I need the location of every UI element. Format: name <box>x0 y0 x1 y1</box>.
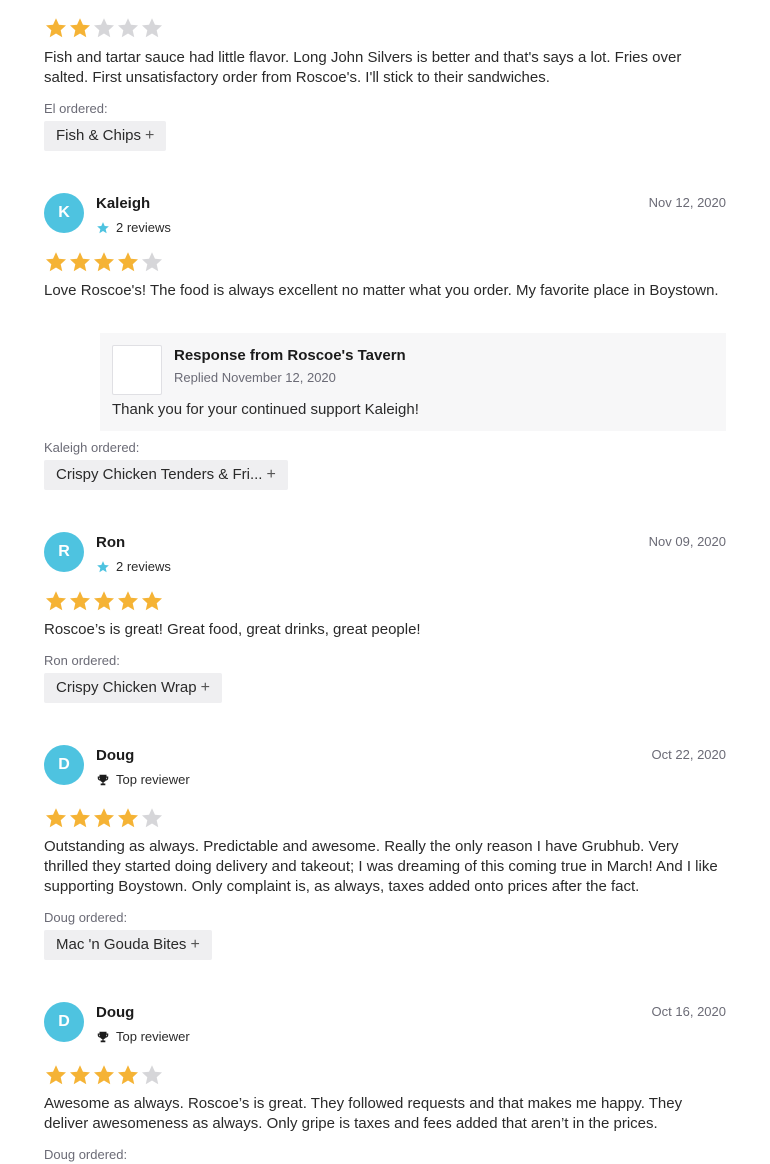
star-filled-icon <box>46 1065 66 1085</box>
avatar: D <box>44 1002 84 1042</box>
star-empty-icon <box>94 18 114 38</box>
star-filled-icon <box>70 808 90 828</box>
star-filled-icon <box>118 591 138 611</box>
star-filled-icon <box>94 591 114 611</box>
review-text: Roscoe’s is great! Great food, great dri… <box>44 621 421 638</box>
ordered-item-chip[interactable]: Mac 'n Gouda Bites + <box>44 930 212 960</box>
trophy-icon <box>97 774 109 785</box>
star-rating <box>44 16 164 40</box>
response-date: Replied November 12, 2020 <box>174 370 336 385</box>
star-filled-icon <box>118 252 138 272</box>
ordered-item-label: Fish & Chips <box>56 127 142 144</box>
response-text: Thank you for your continued support Kal… <box>112 401 419 418</box>
ordered-label: Doug ordered: <box>44 1147 128 1162</box>
avatar: K <box>44 193 84 233</box>
star-filled-icon <box>142 591 162 611</box>
star-rating <box>44 806 164 830</box>
star-empty-icon <box>142 1065 162 1085</box>
reviewer-name[interactable]: Ron <box>96 534 125 551</box>
ordered-item-label: Mac 'n Gouda Bites <box>56 936 187 953</box>
review-date: Nov 12, 2020 <box>648 195 726 210</box>
review-count: 2 reviews <box>116 220 171 235</box>
star-rating <box>44 250 164 274</box>
star-empty-icon <box>142 252 162 272</box>
review-date: Oct 16, 2020 <box>651 1004 726 1019</box>
top-reviewer-badge: Top reviewer <box>116 772 190 787</box>
plus-icon: + <box>200 679 210 696</box>
reviewer-meta: Top reviewer <box>96 1029 190 1044</box>
star-filled-icon <box>46 252 66 272</box>
reviewer-name[interactable]: Kaleigh <box>96 195 150 212</box>
review-date: Oct 22, 2020 <box>651 747 726 762</box>
ordered-label: Ron ordered: <box>44 653 120 668</box>
reviewer-name[interactable]: Doug <box>96 1004 134 1021</box>
reviewer-meta: 2 reviews <box>96 559 171 574</box>
restaurant-response: Response from Roscoe's Tavern Replied No… <box>100 333 726 431</box>
response-title: Response from Roscoe's Tavern <box>174 347 406 364</box>
ordered-label: Doug ordered: <box>44 910 128 925</box>
star-filled-icon <box>46 591 66 611</box>
plus-icon: + <box>266 466 276 483</box>
reviewer-meta: 2 reviews <box>96 220 171 235</box>
avatar: D <box>44 745 84 785</box>
star-filled-icon <box>70 591 90 611</box>
star-filled-icon <box>46 808 66 828</box>
star-filled-icon <box>70 252 90 272</box>
star-filled-icon <box>70 18 90 38</box>
ordered-item-chip[interactable]: Crispy Chicken Wrap + <box>44 673 222 703</box>
star-filled-icon <box>118 1065 138 1085</box>
plus-icon: + <box>145 127 155 144</box>
reviewer-name[interactable]: Doug <box>96 747 134 764</box>
reviewer-meta: Top reviewer <box>96 772 190 787</box>
top-reviewer-badge: Top reviewer <box>116 1029 190 1044</box>
ordered-item-label: Crispy Chicken Wrap <box>56 679 197 696</box>
star-icon <box>97 221 109 233</box>
star-filled-icon <box>94 808 114 828</box>
star-rating <box>44 1063 164 1087</box>
trophy-icon <box>97 1031 109 1042</box>
star-filled-icon <box>70 1065 90 1085</box>
star-empty-icon <box>118 18 138 38</box>
plus-icon: + <box>190 936 200 953</box>
restaurant-logo <box>112 345 162 395</box>
ordered-label: El ordered: <box>44 101 108 116</box>
review-date: Nov 09, 2020 <box>648 534 726 549</box>
review-count: 2 reviews <box>116 559 171 574</box>
star-filled-icon <box>94 1065 114 1085</box>
ordered-label: Kaleigh ordered: <box>44 440 140 455</box>
review-text: Fish and tartar sauce had little flavor.… <box>44 49 682 86</box>
review-text: Outstanding as always. Predictable and a… <box>44 838 718 895</box>
star-empty-icon <box>142 808 162 828</box>
star-empty-icon <box>142 18 162 38</box>
star-filled-icon <box>46 18 66 38</box>
review-text: Awesome as always. Roscoe’s is great. Th… <box>44 1095 683 1132</box>
star-icon <box>97 560 109 572</box>
star-filled-icon <box>118 808 138 828</box>
avatar: R <box>44 532 84 572</box>
star-rating <box>44 589 164 613</box>
review-text: Love Roscoe's! The food is always excell… <box>44 282 719 299</box>
star-filled-icon <box>94 252 114 272</box>
ordered-item-chip[interactable]: Crispy Chicken Tenders & Fri... + <box>44 460 288 490</box>
ordered-item-chip[interactable]: Fish & Chips + <box>44 121 167 151</box>
ordered-item-label: Crispy Chicken Tenders & Fri... <box>56 466 263 483</box>
